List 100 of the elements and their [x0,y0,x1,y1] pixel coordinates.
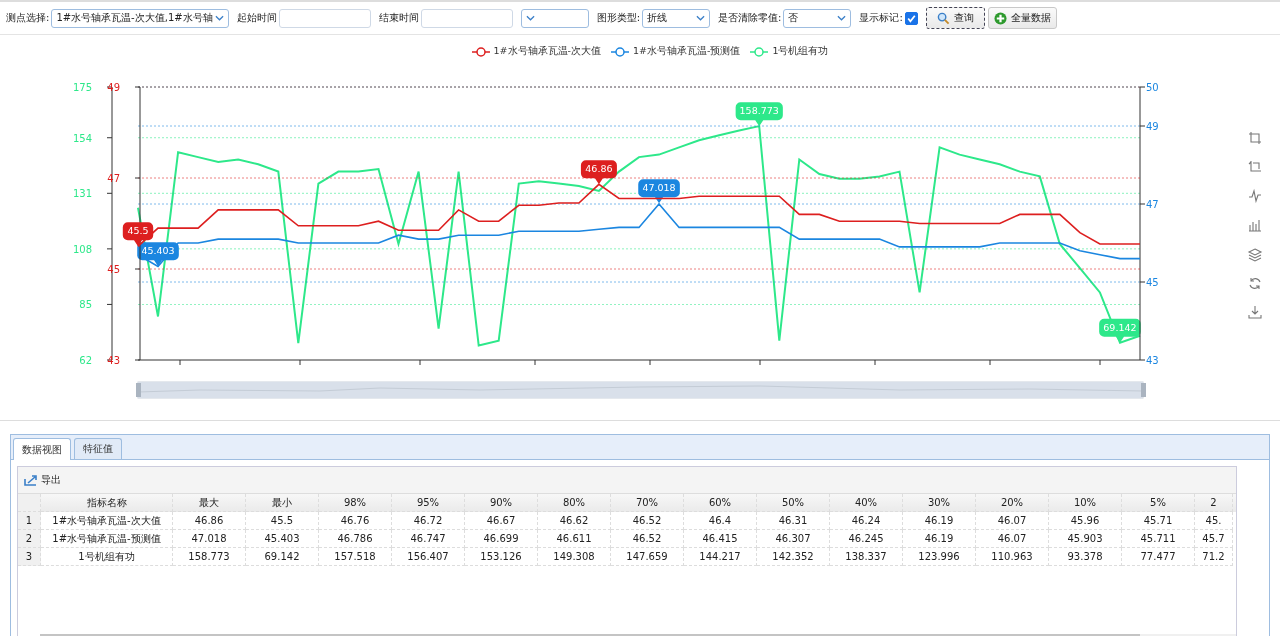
field-label: 测点选择: [6,11,50,25]
table-cell: 144.217 [684,548,757,566]
column-header[interactable]: 30% [903,494,976,512]
crop-restore-icon[interactable] [1248,160,1262,172]
table-cell: 46.747 [392,530,465,548]
export-icon [24,474,38,486]
table-cell: 46.76 [319,512,392,530]
marker-pin: 45.5 [122,222,154,247]
axis-label: 45 [1146,277,1159,288]
caret-icon [696,15,706,21]
add-icon [993,11,1007,25]
date-field[interactable] [278,8,371,28]
dropdown[interactable]: 否 [783,8,852,28]
legend-item[interactable]: 1#水号轴承瓦温-次大值 [471,45,601,58]
table-cell: 156.407 [392,548,465,566]
dropdown[interactable] [520,8,589,28]
axis-label: 131 [72,188,92,200]
legend-item[interactable]: 1#水号轴承瓦温-预测值 [610,45,741,58]
table-cell: 45. [1195,512,1233,530]
table-cell: 45.96 [1049,512,1122,530]
axis-label: 43 [1146,355,1159,366]
column-header[interactable]: 60% [684,494,757,512]
marker-pin: 46.86 [580,160,617,185]
table-cell: 1号机组有功 [41,548,173,566]
table-cell: 46.699 [465,530,538,548]
table-cell: 45.7 [1195,530,1233,548]
refresh-icon[interactable] [1249,277,1261,290]
annotation: 69.142 [1103,321,1137,333]
axis-label: 43 [107,355,120,366]
table-cell: 69.142 [246,548,319,566]
bar-chart-icon[interactable] [1248,219,1262,232]
row-number: 1 [18,512,41,530]
table-cell: 46.245 [830,530,903,548]
dropdown[interactable]: 1#水号轴承瓦温-次大值,1#水号轴 [51,8,229,28]
checkbox[interactable] [904,11,918,25]
column-header[interactable]: 70% [611,494,684,512]
axis-label: 62 [79,355,92,366]
column-header[interactable]: 最大 [173,494,246,512]
table-cell: 157.518 [319,548,392,566]
table-cell: 153.126 [465,548,538,566]
table-cell: 142.352 [757,548,830,566]
download-icon[interactable] [1248,305,1262,319]
table-cell: 158.773 [173,548,246,566]
column-header[interactable]: 指标名称 [41,494,173,512]
zoom-slider[interactable] [136,381,1146,399]
axis-label: 154 [72,132,92,144]
column-header[interactable]: 98% [319,494,392,512]
search-icon [936,11,950,25]
crop-icon[interactable] [1248,131,1262,145]
table-cell: 147.659 [611,548,684,566]
column-header[interactable]: 80% [538,494,611,512]
axis-label: 175 [72,82,92,93]
table-cell: 45.711 [1122,530,1195,548]
column-header[interactable]: 95% [392,494,465,512]
axis-label: 47 [1146,199,1159,210]
table-cell: 46.19 [903,512,976,530]
legend-item[interactable]: 1号机组有功 [750,45,829,58]
table-cell: 45.71 [1122,512,1195,530]
column-header[interactable]: 50% [757,494,830,512]
column-header[interactable]: 20% [976,494,1049,512]
table-cell: 46.611 [538,530,611,548]
stack-icon[interactable] [1248,248,1263,262]
table-cell: 46.72 [392,512,465,530]
table-cell: 47.018 [173,530,246,548]
column-header[interactable]: 90% [465,494,538,512]
export-button[interactable]: 导出 [24,473,61,487]
table-cell: 46.07 [976,530,1049,548]
table-cell: 46.31 [757,512,830,530]
annotation: 45.5 [127,225,149,237]
full-data-button[interactable]: 全量数据 [987,7,1057,29]
search-button[interactable]: 查询 [925,7,985,29]
field-label: 结束时间 [378,11,419,25]
table-cell: 46.07 [976,512,1049,530]
table-cell: 46.307 [757,530,830,548]
table-cell: 138.337 [830,548,903,566]
field-label: 图形类型: [596,11,641,25]
line-chart-icon[interactable] [1248,188,1262,204]
dropdown[interactable]: 折线 [642,8,711,28]
axis-label: 108 [72,243,92,255]
field-label: 起始时间 [236,11,277,25]
table-cell: 46.786 [319,530,392,548]
column-header[interactable]: 最小 [246,494,319,512]
table-cell: 93.378 [1049,548,1122,566]
date-field[interactable] [420,8,513,28]
table-cell: 1#水号轴承瓦温-次大值 [41,512,173,530]
field-label: 显示标记: [859,11,903,25]
column-header[interactable]: 5% [1122,494,1195,512]
column-header[interactable]: 40% [830,494,903,512]
tab[interactable]: 数据视图 [13,438,71,460]
table-cell: 45.5 [246,512,319,530]
tab[interactable]: 特征值 [74,438,122,459]
annotation: 47.018 [642,182,676,194]
annotation: 46.86 [585,163,613,175]
axis-label: 49 [107,82,120,93]
axis-label: 50 [1146,82,1159,93]
table-cell: 46.19 [903,530,976,548]
column-header[interactable]: 2 [1195,494,1233,512]
table-cell: 45.903 [1049,530,1122,548]
column-header[interactable]: 10% [1049,494,1122,512]
axis-label: 85 [79,299,92,311]
